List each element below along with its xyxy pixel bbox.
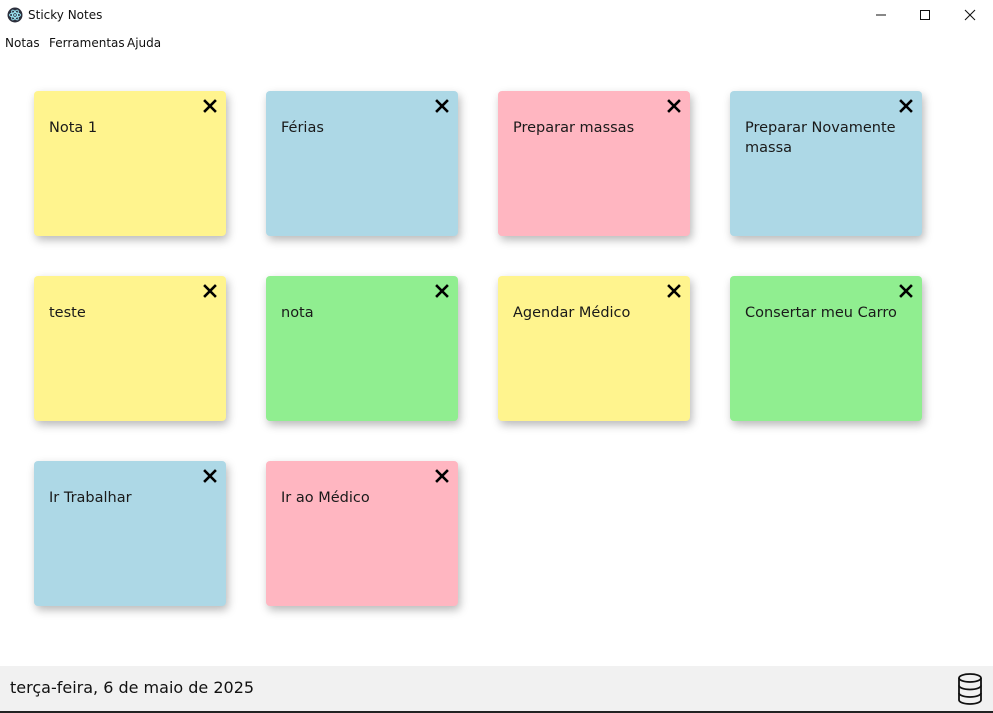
close-x-icon[interactable] xyxy=(435,469,449,483)
sticky-note[interactable]: Nota 1 xyxy=(34,91,226,236)
close-window-button[interactable] xyxy=(947,0,993,30)
note-text[interactable]: Ir Trabalhar xyxy=(49,488,214,508)
window-title: Sticky Notes xyxy=(28,8,103,22)
maximize-icon xyxy=(920,10,930,20)
close-x-icon[interactable] xyxy=(435,284,449,298)
title-bar: Sticky Notes xyxy=(0,0,993,30)
note-text[interactable]: Agendar Médico xyxy=(513,303,678,323)
close-x-icon[interactable] xyxy=(667,99,681,113)
app-icon xyxy=(7,7,23,23)
sticky-note[interactable]: Consertar meu Carro xyxy=(730,276,922,421)
menu-bar: Notas Ferramentas Ajuda xyxy=(0,31,993,53)
status-bar: terça-feira, 6 de maio de 2025 xyxy=(0,666,993,711)
note-text[interactable]: Preparar massas xyxy=(513,118,678,138)
note-text[interactable]: Consertar meu Carro xyxy=(745,303,910,323)
note-text[interactable]: Preparar Novamente massa xyxy=(745,118,910,158)
sticky-note[interactable]: teste xyxy=(34,276,226,421)
note-text[interactable]: nota xyxy=(281,303,446,323)
status-date: terça-feira, 6 de maio de 2025 xyxy=(10,678,255,697)
menu-notas[interactable]: Notas xyxy=(5,35,40,51)
minimize-icon xyxy=(876,14,886,16)
sticky-note[interactable]: Preparar massas xyxy=(498,91,690,236)
close-x-icon[interactable] xyxy=(203,284,217,298)
sticky-note[interactable]: Agendar Médico xyxy=(498,276,690,421)
menu-ferramentas[interactable]: Ferramentas xyxy=(49,35,125,51)
note-text[interactable]: Ir ao Médico xyxy=(281,488,446,508)
close-x-icon[interactable] xyxy=(899,99,913,113)
close-icon xyxy=(964,9,976,21)
sticky-note[interactable]: Preparar Novamente massa xyxy=(730,91,922,236)
sticky-note[interactable]: nota xyxy=(266,276,458,421)
database-icon[interactable] xyxy=(957,673,983,705)
close-x-icon[interactable] xyxy=(203,469,217,483)
note-text[interactable]: Nota 1 xyxy=(49,118,214,138)
sticky-note[interactable]: Ir ao Médico xyxy=(266,461,458,606)
close-x-icon[interactable] xyxy=(435,99,449,113)
maximize-button[interactable] xyxy=(902,0,948,30)
minimize-button[interactable] xyxy=(858,0,904,30)
sticky-note[interactable]: Férias xyxy=(266,91,458,236)
menu-ajuda[interactable]: Ajuda xyxy=(127,35,161,51)
close-x-icon[interactable] xyxy=(899,284,913,298)
close-x-icon[interactable] xyxy=(203,99,217,113)
sticky-note[interactable]: Ir Trabalhar xyxy=(34,461,226,606)
note-text[interactable]: teste xyxy=(49,303,214,323)
close-x-icon[interactable] xyxy=(667,284,681,298)
note-text[interactable]: Férias xyxy=(281,118,446,138)
